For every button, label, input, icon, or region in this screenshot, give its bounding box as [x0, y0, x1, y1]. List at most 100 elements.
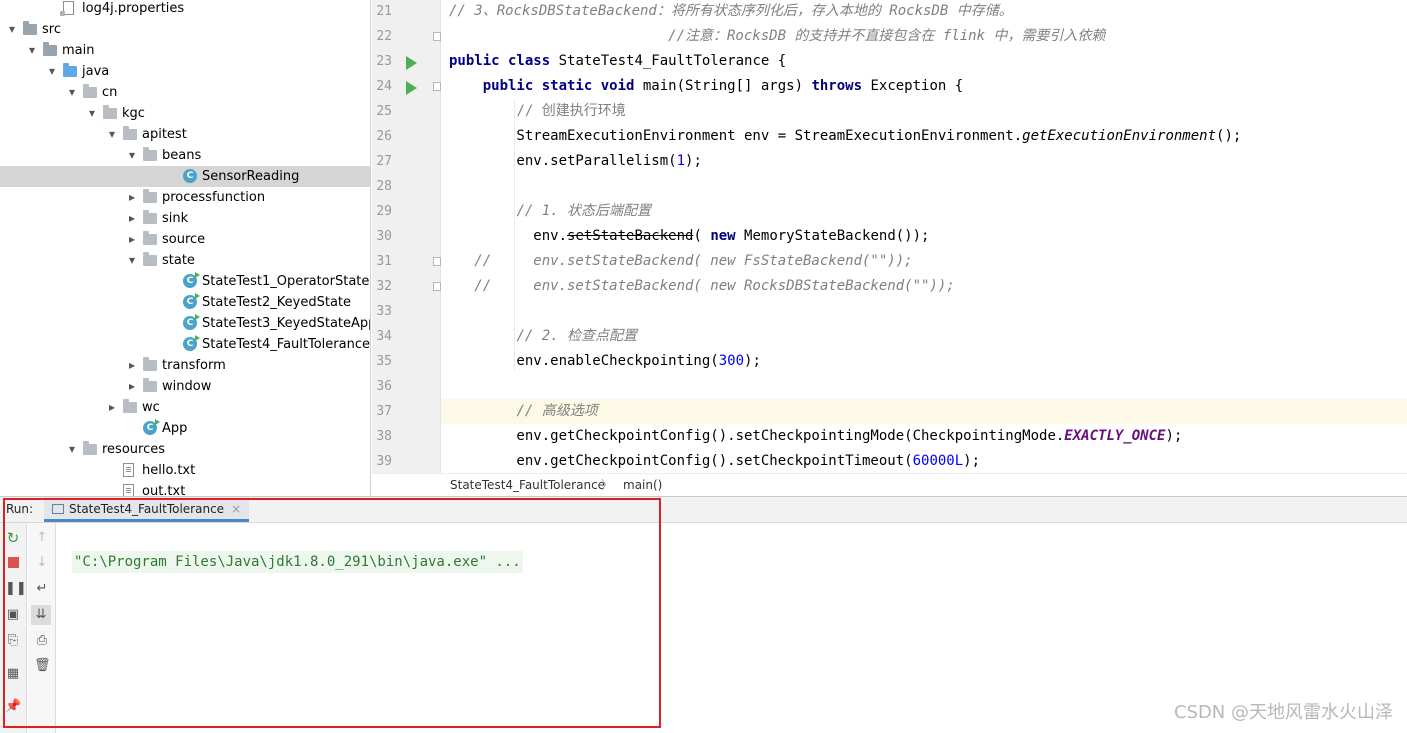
fold-marker-icon[interactable] — [433, 82, 441, 91]
tree-item[interactable]: ▸ window — [0, 376, 370, 397]
gutter-line[interactable]: 21 — [372, 0, 440, 24]
print-icon[interactable]: ⎙ — [34, 633, 50, 649]
pause-icon[interactable]: ❚❚ — [5, 581, 27, 597]
code-line[interactable]: StreamExecutionEnvironment env = StreamE… — [441, 124, 1407, 149]
chevron-right-icon[interactable]: ▸ — [126, 355, 138, 376]
run-tab[interactable]: StateTest4_FaultTolerance × — [44, 497, 250, 522]
chevron-right-icon[interactable]: ▸ — [126, 376, 138, 397]
run-gutter-icon[interactable] — [406, 81, 417, 95]
gutter-line[interactable]: 28 — [372, 174, 440, 199]
code-line[interactable]: // env.setStateBackend( new FsStateBacke… — [441, 249, 1407, 274]
restore-layout-icon[interactable]: ⎘ — [5, 633, 21, 649]
gutter-line[interactable]: 37 — [372, 399, 440, 424]
camera-icon[interactable]: ▣ — [5, 607, 21, 623]
chevron-right-icon[interactable]: ▸ — [126, 187, 138, 208]
tree-item[interactable]: ▸ wc — [0, 397, 370, 418]
gutter-line[interactable]: 27 — [372, 149, 440, 174]
code-line[interactable]: // 1. 状态后端配置 — [441, 199, 1407, 224]
scroll-to-end-icon[interactable]: ⇊ — [31, 605, 51, 625]
pin-icon[interactable]: 📌 — [5, 699, 21, 715]
gutter-line[interactable]: 33 — [372, 299, 440, 324]
tree-item[interactable]: C StateTest2_KeyedState — [0, 292, 370, 313]
chevron-right-icon[interactable]: ▸ — [126, 229, 138, 250]
gutter-line[interactable]: 32 — [372, 274, 441, 299]
code-line[interactable]: // env.setStateBackend( new RocksDBState… — [441, 274, 1407, 299]
breadcrumb-method[interactable]: main() — [623, 474, 662, 497]
code-line[interactable]: public class StateTest4_FaultTolerance { — [441, 49, 1407, 74]
gutter-line[interactable]: 29 — [372, 199, 440, 224]
code-line[interactable]: env.setParallelism(1); — [441, 149, 1407, 174]
gutter-line[interactable]: 36 — [372, 374, 440, 399]
tree-item[interactable]: hello.txt — [0, 460, 370, 481]
gutter-line[interactable]: 31 — [372, 249, 441, 274]
rerun-icon[interactable]: ↻ — [5, 530, 21, 546]
gutter-line[interactable]: 25 — [372, 99, 440, 124]
tree-item[interactable]: C StateTest4_FaultTolerance — [0, 334, 370, 355]
trash-icon[interactable]: 🗑 — [34, 658, 51, 674]
code-line[interactable]: env.getCheckpointConfig().setCheckpointi… — [441, 424, 1407, 449]
tree-item[interactable]: ▾ src — [0, 19, 370, 40]
tree-item[interactable]: ▸ processfunction — [0, 187, 370, 208]
chevron-down-icon[interactable]: ▾ — [86, 103, 98, 124]
layout-icon[interactable]: ▦ — [5, 666, 21, 682]
tree-item[interactable]: log4j.properties — [0, 0, 370, 19]
tree-item[interactable]: C SensorReading — [0, 166, 370, 187]
code-line[interactable] — [441, 374, 1407, 399]
project-tree[interactable]: log4j.properties ▾ src ▾ main ▾ java ▾ cn ▾ kgc ▾ ap… — [0, 0, 371, 496]
tree-item[interactable]: C StateTest1_OperatorState — [0, 271, 370, 292]
chevron-down-icon[interactable]: ▾ — [46, 61, 58, 82]
fold-marker-icon[interactable] — [433, 282, 441, 291]
chevron-down-icon[interactable]: ▾ — [126, 250, 138, 271]
chevron-down-icon[interactable]: ▾ — [6, 19, 18, 40]
tree-item[interactable]: C App — [0, 418, 370, 439]
gutter-line[interactable]: 39 — [372, 449, 440, 473]
chevron-down-icon[interactable]: ▾ — [106, 124, 118, 145]
up-arrow-icon[interactable]: ↑ — [34, 530, 50, 546]
code-line[interactable]: env.setStateBackend( new MemoryStateBack… — [441, 224, 1407, 249]
tree-item[interactable]: ▸ source — [0, 229, 370, 250]
code-line[interactable]: public static void main(String[] args) t… — [441, 74, 1407, 99]
code-line[interactable]: //注意：RocksDB 的支持并不直接包含在 flink 中，需要引入依赖 — [441, 24, 1407, 49]
tree-item[interactable]: ▾ beans — [0, 145, 370, 166]
soft-wrap-icon[interactable]: ↵ — [34, 581, 50, 597]
gutter-line[interactable]: 24 — [372, 74, 441, 99]
code-editor[interactable]: 21 22 23 24 25 26 27 28 29 30 31 32 33 34 35 36 37 38 39 /… — [372, 0, 1407, 473]
tree-item[interactable]: out.txt — [0, 481, 370, 496]
tree-item[interactable]: ▸ transform — [0, 355, 370, 376]
gutter-line[interactable]: 38 — [372, 424, 440, 449]
run-gutter-icon[interactable] — [406, 56, 417, 70]
gutter-line[interactable]: 22 — [372, 24, 441, 49]
stop-icon[interactable] — [5, 555, 21, 571]
chevron-down-icon[interactable]: ▾ — [126, 145, 138, 166]
tree-item[interactable]: ▾ kgc — [0, 103, 370, 124]
tree-item[interactable]: ▾ cn — [0, 82, 370, 103]
code-line[interactable]: // 3、RocksDBStateBackend：将所有状态序列化后，存入本地的… — [441, 0, 1407, 24]
chevron-down-icon[interactable]: ▾ — [66, 439, 78, 460]
gutter-line[interactable]: 26 — [372, 124, 440, 149]
close-tab-icon[interactable]: × — [231, 502, 241, 516]
gutter-line[interactable]: 35 — [372, 349, 440, 374]
code-line[interactable]: // 高级选项 — [441, 399, 1407, 424]
gutter-line[interactable]: 34 — [372, 324, 440, 349]
editor-gutter[interactable]: 21 22 23 24 25 26 27 28 29 30 31 32 33 34 35 36 37 38 39 — [372, 0, 441, 473]
tree-item[interactable]: ▸ sink — [0, 208, 370, 229]
breadcrumb-class[interactable]: StateTest4_FaultTolerance — [450, 474, 605, 497]
code-line[interactable] — [441, 174, 1407, 199]
tree-item[interactable]: ▾ apitest — [0, 124, 370, 145]
chevron-right-icon[interactable]: ▸ — [126, 208, 138, 229]
tree-item[interactable]: ▾ state — [0, 250, 370, 271]
tree-item[interactable]: CStateTest3_KeyedStateApplica — [0, 313, 370, 334]
tree-item[interactable]: ▾ resources — [0, 439, 370, 460]
code-line[interactable]: // 创建执行环境 — [441, 99, 1407, 124]
chevron-right-icon[interactable]: ▸ — [106, 397, 118, 418]
code-line[interactable]: env.enableCheckpointing(300); — [441, 349, 1407, 374]
down-arrow-icon[interactable]: ↓ — [34, 555, 50, 571]
gutter-line[interactable]: 23 — [372, 49, 440, 74]
tree-item[interactable]: ▾ java — [0, 61, 370, 82]
code-line[interactable] — [441, 299, 1407, 324]
tree-item[interactable]: ▾ main — [0, 40, 370, 61]
chevron-down-icon[interactable]: ▾ — [66, 82, 78, 103]
code-line[interactable]: env.getCheckpointConfig().setCheckpointT… — [441, 449, 1407, 473]
fold-marker-icon[interactable] — [433, 32, 441, 41]
code-line[interactable]: // 2. 检查点配置 — [441, 324, 1407, 349]
